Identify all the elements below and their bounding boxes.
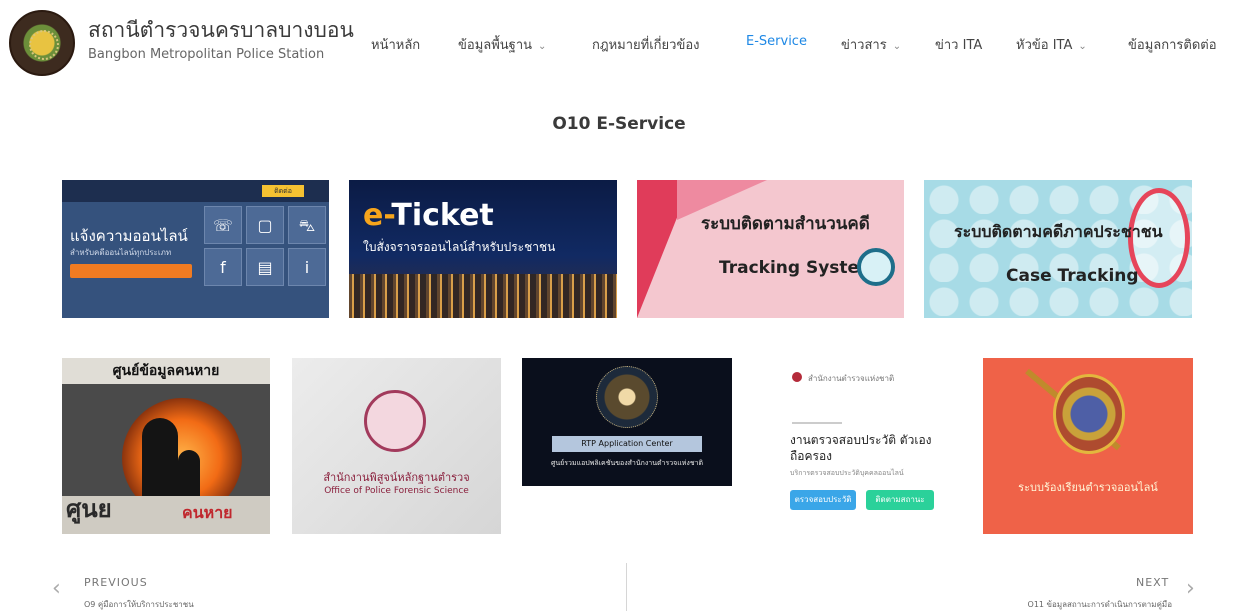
site-header: สถานีตำรวจนครบาลบางบอน Bangbon Metropoli…	[0, 0, 1238, 88]
chevron-down-icon: ⌄	[538, 41, 547, 52]
site-title[interactable]: สถานีตำรวจนครบาลบางบอน	[88, 14, 354, 47]
nav-item-label: หัวข้อ ITA	[1016, 38, 1073, 53]
eticket-card[interactable]: e-Ticket ใบสั่งจราจรออนไลน์สำหรับประชาชน	[349, 180, 617, 318]
missing-footer-text: ศูนย	[66, 495, 112, 523]
forensic-title-th: สำนักงานพิสูจน์หลักฐานตำรวจ	[323, 471, 470, 484]
nav-item-label: ข่าวสาร	[841, 38, 887, 53]
phone-icon: ☏	[204, 206, 242, 244]
next-label[interactable]: NEXT	[1136, 576, 1169, 589]
online-report-card[interactable]: ติดต่อ แจ้งความออนไลน์ สำหรับคดีออนไลน์ท…	[62, 180, 329, 318]
missing-header: ศูนย์ข้อมูลคนหาย	[62, 358, 270, 384]
report-button	[70, 264, 192, 278]
nav-item-home[interactable]: หน้าหลัก	[371, 34, 420, 56]
nav-item-ita-news[interactable]: ข่าว ITA	[935, 34, 982, 56]
complaint-caption: ระบบร้องเรียนตำรวจออนไลน์	[1018, 481, 1158, 494]
nav-item-laws[interactable]: กฎหมายที่เกี่ยวข้อง	[592, 34, 700, 56]
eticket-word: Ticket	[391, 198, 494, 233]
contact-badge: ติดต่อ	[262, 185, 304, 197]
check-sub: บริการตรวจสอบประวัติบุคคลออนไลน์	[790, 469, 904, 477]
nav-item-basic-info[interactable]: ข้อมูลพื้นฐาน ⌄	[458, 34, 546, 56]
police-logo[interactable]	[9, 10, 75, 76]
rtp-app-center-card[interactable]: RTP Application Center ศูนย์รวมแอปพลิเคช…	[522, 358, 732, 486]
missing-persons-card[interactable]: ศูนย์ข้อมูลคนหาย ศูนย คนหาย	[62, 358, 270, 534]
divider	[792, 422, 842, 424]
page-title: O10 E-Service	[552, 114, 686, 134]
rtp-sub: ศูนย์รวมแอปพลิเคชันของสำนักงานตำรวจแห่งช…	[550, 459, 704, 467]
case-tracking-card[interactable]: ระบบติดตามคดีภาคประชาชน Case Tracking	[924, 180, 1192, 318]
forensic-title-en: Office of Police Forensic Science	[324, 486, 469, 496]
nav-item-eservice[interactable]: E-Service	[746, 34, 807, 56]
forensic-card[interactable]: สำนักงานพิสูจน์หลักฐานตำรวจ Office of Po…	[292, 358, 501, 534]
nav-item-label: ข้อมูลพื้นฐาน	[458, 38, 533, 53]
city-skyline-image	[349, 274, 617, 318]
nav-item-label: E-Service	[746, 34, 807, 49]
site-subtitle: Bangbon Metropolitan Police Station	[88, 47, 325, 62]
case-tracking-title-th: ระบบติดตามคดีภาคประชาชน	[954, 222, 1163, 241]
online-report-sub: สำหรับคดีออนไลน์ทุกประเภท	[70, 248, 172, 257]
chevron-left-icon[interactable]: ‹	[52, 576, 61, 601]
tracking-title-en: Tracking System	[719, 258, 877, 278]
car-icon: ⛍	[288, 206, 326, 244]
globe-icon	[596, 366, 658, 428]
complaint-card[interactable]: ระบบร้องเรียนตำรวจออนไลน์	[983, 358, 1193, 534]
check-brand: สำนักงานตำรวจแห่งชาติ	[808, 374, 895, 383]
eticket-sub: ใบสั่งจราจรออนไลน์สำหรับประชาชน	[363, 240, 556, 254]
police-logo-icon	[792, 372, 802, 382]
previous-label[interactable]: PREVIOUS	[84, 576, 148, 589]
check-title: งานตรวจสอบประวัติ ตัวเอง ถือครอง	[790, 433, 932, 463]
eticket-prefix: e-	[363, 198, 392, 233]
rtp-caption: RTP Application Center	[552, 436, 702, 452]
facebook-icon: f	[204, 248, 242, 286]
missing-footer-accent: คนหาย	[182, 503, 233, 522]
tracking-system-card[interactable]: ระบบติดตามสำนวนคดี Tracking System	[637, 180, 904, 318]
previous-post-link[interactable]: O9 คู่มือการให้บริการประชาชน	[84, 598, 194, 611]
info-icon: i	[288, 248, 326, 286]
background-check-card[interactable]: สำนักงานตำรวจแห่งชาติ งานตรวจสอบประวัติ …	[752, 358, 961, 534]
nav-item-label: ข่าว ITA	[935, 38, 983, 53]
status-button[interactable]: ติดตามสถานะ	[866, 490, 934, 510]
nav-item-ita-topics[interactable]: หัวข้อ ITA ⌄	[1016, 34, 1087, 56]
forensic-emblem-icon	[364, 390, 426, 452]
eticket-title: e-Ticket	[363, 198, 494, 233]
tracking-title-th: ระบบติดตามสำนวนคดี	[701, 214, 870, 234]
nav-item-news[interactable]: ข่าวสาร ⌄	[841, 34, 901, 56]
chevron-down-icon: ⌄	[892, 41, 902, 52]
nav-item-label: หน้าหลัก	[371, 38, 421, 53]
nav-item-contact[interactable]: ข้อมูลการติดต่อ	[1128, 34, 1217, 56]
check-button[interactable]: ตรวจสอบประวัติ	[790, 490, 856, 510]
nav-item-label: กฎหมายที่เกี่ยวข้อง	[592, 38, 700, 53]
chevron-right-icon[interactable]: ›	[1186, 576, 1195, 601]
post-nav-divider	[626, 563, 627, 611]
nav-item-label: ข้อมูลการติดต่อ	[1128, 38, 1217, 53]
next-post-link[interactable]: O11 ข้อมูลสถานะการดำเนินการตามคู่มือ	[1006, 598, 1172, 611]
document-icon: ▤	[246, 248, 284, 286]
chat-icon: ▢	[246, 206, 284, 244]
case-tracking-title-en: Case Tracking	[1006, 266, 1139, 286]
chevron-down-icon: ⌄	[1078, 41, 1087, 52]
magnifier-icon	[857, 248, 895, 286]
online-report-headline: แจ้งความออนไลน์	[70, 227, 188, 245]
police-seal-icon	[1053, 374, 1125, 454]
